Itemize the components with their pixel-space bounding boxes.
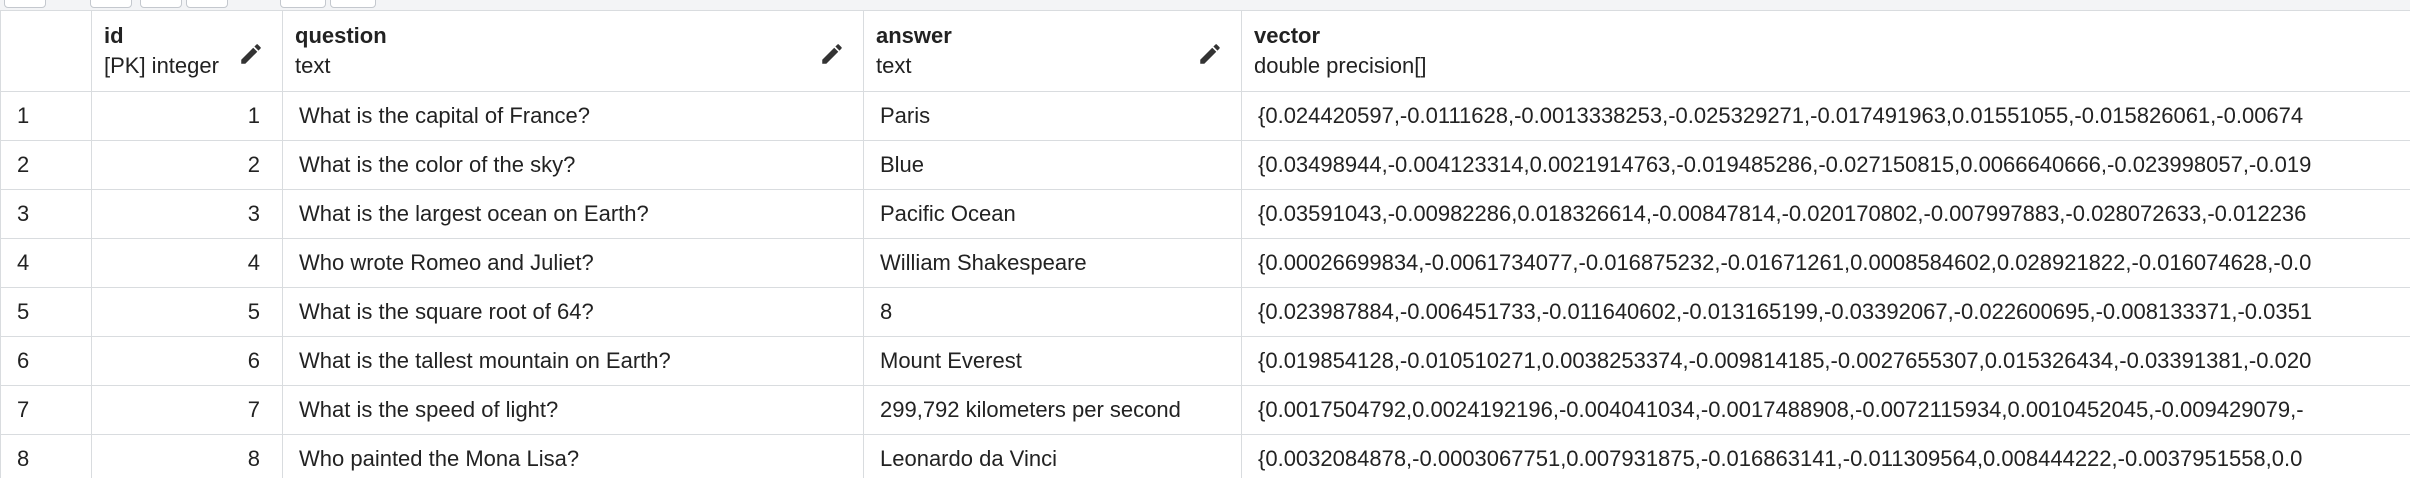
cell-question[interactable]: What is the capital of France? [282,91,864,141]
cell-vector[interactable]: {0.00026699834,-0.0061734077,-0.01687523… [1241,238,2410,288]
row-number[interactable]: 4 [0,238,92,288]
cell-id[interactable]: 8 [91,434,283,478]
column-name: answer [876,23,952,48]
cell-id[interactable]: 1 [91,91,283,141]
pencil-icon[interactable] [819,41,845,67]
cell-answer[interactable]: Paris [863,91,1242,141]
toolbar-button[interactable] [280,0,326,8]
row-number[interactable]: 2 [0,140,92,190]
row-number[interactable]: 5 [0,287,92,337]
row-number[interactable]: 7 [0,385,92,435]
cell-id[interactable]: 2 [91,140,283,190]
column-name: vector [1254,23,1321,48]
toolbar-button[interactable] [90,0,132,8]
cell-id[interactable]: 7 [91,385,283,435]
cell-answer[interactable]: 299,792 kilometers per second [863,385,1242,435]
table-row[interactable]: 1 1 What is the capital of France? Paris… [0,91,2410,141]
cell-answer[interactable]: Blue [863,140,1242,190]
cell-id[interactable]: 5 [91,287,283,337]
pencil-icon[interactable] [1197,41,1223,67]
cell-id[interactable]: 4 [91,238,283,288]
data-table: id [PK] integer question text answer tex… [0,10,2410,478]
toolbar-button[interactable] [330,0,376,8]
cell-id[interactable]: 6 [91,336,283,386]
cell-vector[interactable]: {0.0017504792,0.0024192196,-0.004041034,… [1241,385,2410,435]
cell-question[interactable]: Who painted the Mona Lisa? [282,434,864,478]
results-grid: id [PK] integer question text answer tex… [0,10,2410,478]
table-row[interactable]: 8 8 Who painted the Mona Lisa? Leonardo … [0,434,2410,478]
cell-question[interactable]: Who wrote Romeo and Juliet? [282,238,864,288]
cell-answer[interactable]: Mount Everest [863,336,1242,386]
table-row[interactable]: 7 7 What is the speed of light? 299,792 … [0,385,2410,435]
column-header-vector[interactable]: vector double precision[] [1241,10,2410,92]
cell-vector[interactable]: {0.024420597,-0.0111628,-0.0013338253,-0… [1241,91,2410,141]
cell-vector[interactable]: {0.03591043,-0.00982286,0.018326614,-0.0… [1241,189,2410,239]
table-row[interactable]: 2 2 What is the color of the sky? Blue {… [0,140,2410,190]
cell-vector[interactable]: {0.019854128,-0.010510271,0.0038253374,-… [1241,336,2410,386]
row-number-header[interactable] [0,10,92,92]
column-header-question[interactable]: question text [282,10,864,92]
cell-question[interactable]: What is the speed of light? [282,385,864,435]
toolbar-button[interactable] [4,0,46,8]
cell-vector[interactable]: {0.0032084878,-0.0003067751,0.007931875,… [1241,434,2410,478]
row-number[interactable]: 3 [0,189,92,239]
column-type: double precision[] [1254,53,1427,78]
cell-vector[interactable]: {0.03498944,-0.004123314,0.0021914763,-0… [1241,140,2410,190]
table-row[interactable]: 6 6 What is the tallest mountain on Eart… [0,336,2410,386]
cell-answer[interactable]: 8 [863,287,1242,337]
row-number[interactable]: 1 [0,91,92,141]
cell-question[interactable]: What is the square root of 64? [282,287,864,337]
cell-id[interactable]: 3 [91,189,283,239]
column-type: text [876,53,912,78]
cell-question[interactable]: What is the color of the sky? [282,140,864,190]
column-header-answer[interactable]: answer text [863,10,1242,92]
cell-vector[interactable]: {0.023987884,-0.006451733,-0.011640602,-… [1241,287,2410,337]
column-type: text [295,53,331,78]
table-row[interactable]: 4 4 Who wrote Romeo and Juliet? William … [0,238,2410,288]
cell-answer[interactable]: Leonardo da Vinci [863,434,1242,478]
table-row[interactable]: 3 3 What is the largest ocean on Earth? … [0,189,2410,239]
column-header-id[interactable]: id [PK] integer [91,10,283,92]
column-name: question [295,23,387,48]
toolbar-button[interactable] [186,0,228,8]
cell-answer[interactable]: William Shakespeare [863,238,1242,288]
toolbar-button[interactable] [140,0,182,8]
cell-question[interactable]: What is the largest ocean on Earth? [282,189,864,239]
row-number[interactable]: 8 [0,434,92,478]
row-number[interactable]: 6 [0,336,92,386]
cell-question[interactable]: What is the tallest mountain on Earth? [282,336,864,386]
table-row[interactable]: 5 5 What is the square root of 64? 8 {0.… [0,287,2410,337]
header-row: id [PK] integer question text answer tex… [0,10,2410,92]
pencil-icon[interactable] [238,41,264,67]
cell-answer[interactable]: Pacific Ocean [863,189,1242,239]
